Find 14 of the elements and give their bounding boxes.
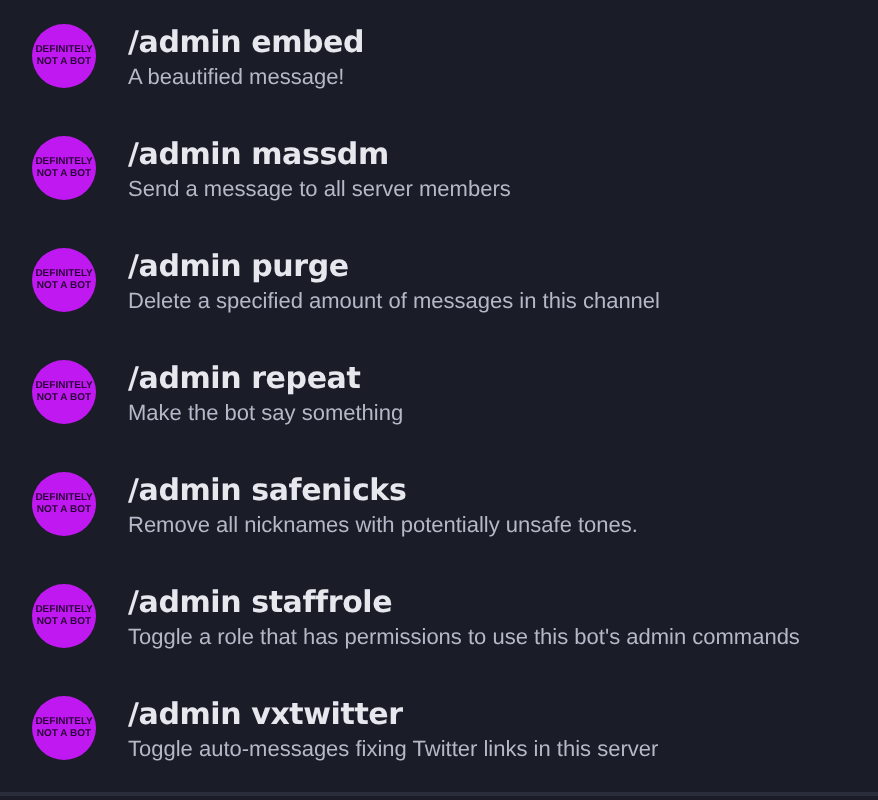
command-name[interactable]: /admin safenicks bbox=[128, 471, 638, 507]
command-name[interactable]: /admin vxtwitter bbox=[128, 695, 659, 731]
command-name[interactable]: /admin purge bbox=[128, 247, 660, 283]
command-description: Remove all nicknames with potentially unsafe tones. bbox=[128, 513, 638, 537]
command-description: Make the bot say something bbox=[128, 401, 404, 425]
command-name[interactable]: /admin repeat bbox=[128, 359, 404, 395]
command-description: Delete a specified amount of messages in this channel bbox=[128, 289, 660, 313]
command-description: Send a message to all server members bbox=[128, 177, 511, 201]
command-name[interactable]: /admin staffrole bbox=[128, 583, 800, 619]
command-name[interactable]: /admin massdm bbox=[128, 135, 511, 171]
command-description: Toggle auto-messages fixing Twitter links in this server bbox=[128, 737, 659, 761]
command-description: Toggle a role that has permissions to use this bot's admin commands bbox=[128, 625, 800, 649]
command-description: A beautified message! bbox=[128, 65, 347, 89]
command-name[interactable]: /admin embed bbox=[128, 23, 365, 59]
